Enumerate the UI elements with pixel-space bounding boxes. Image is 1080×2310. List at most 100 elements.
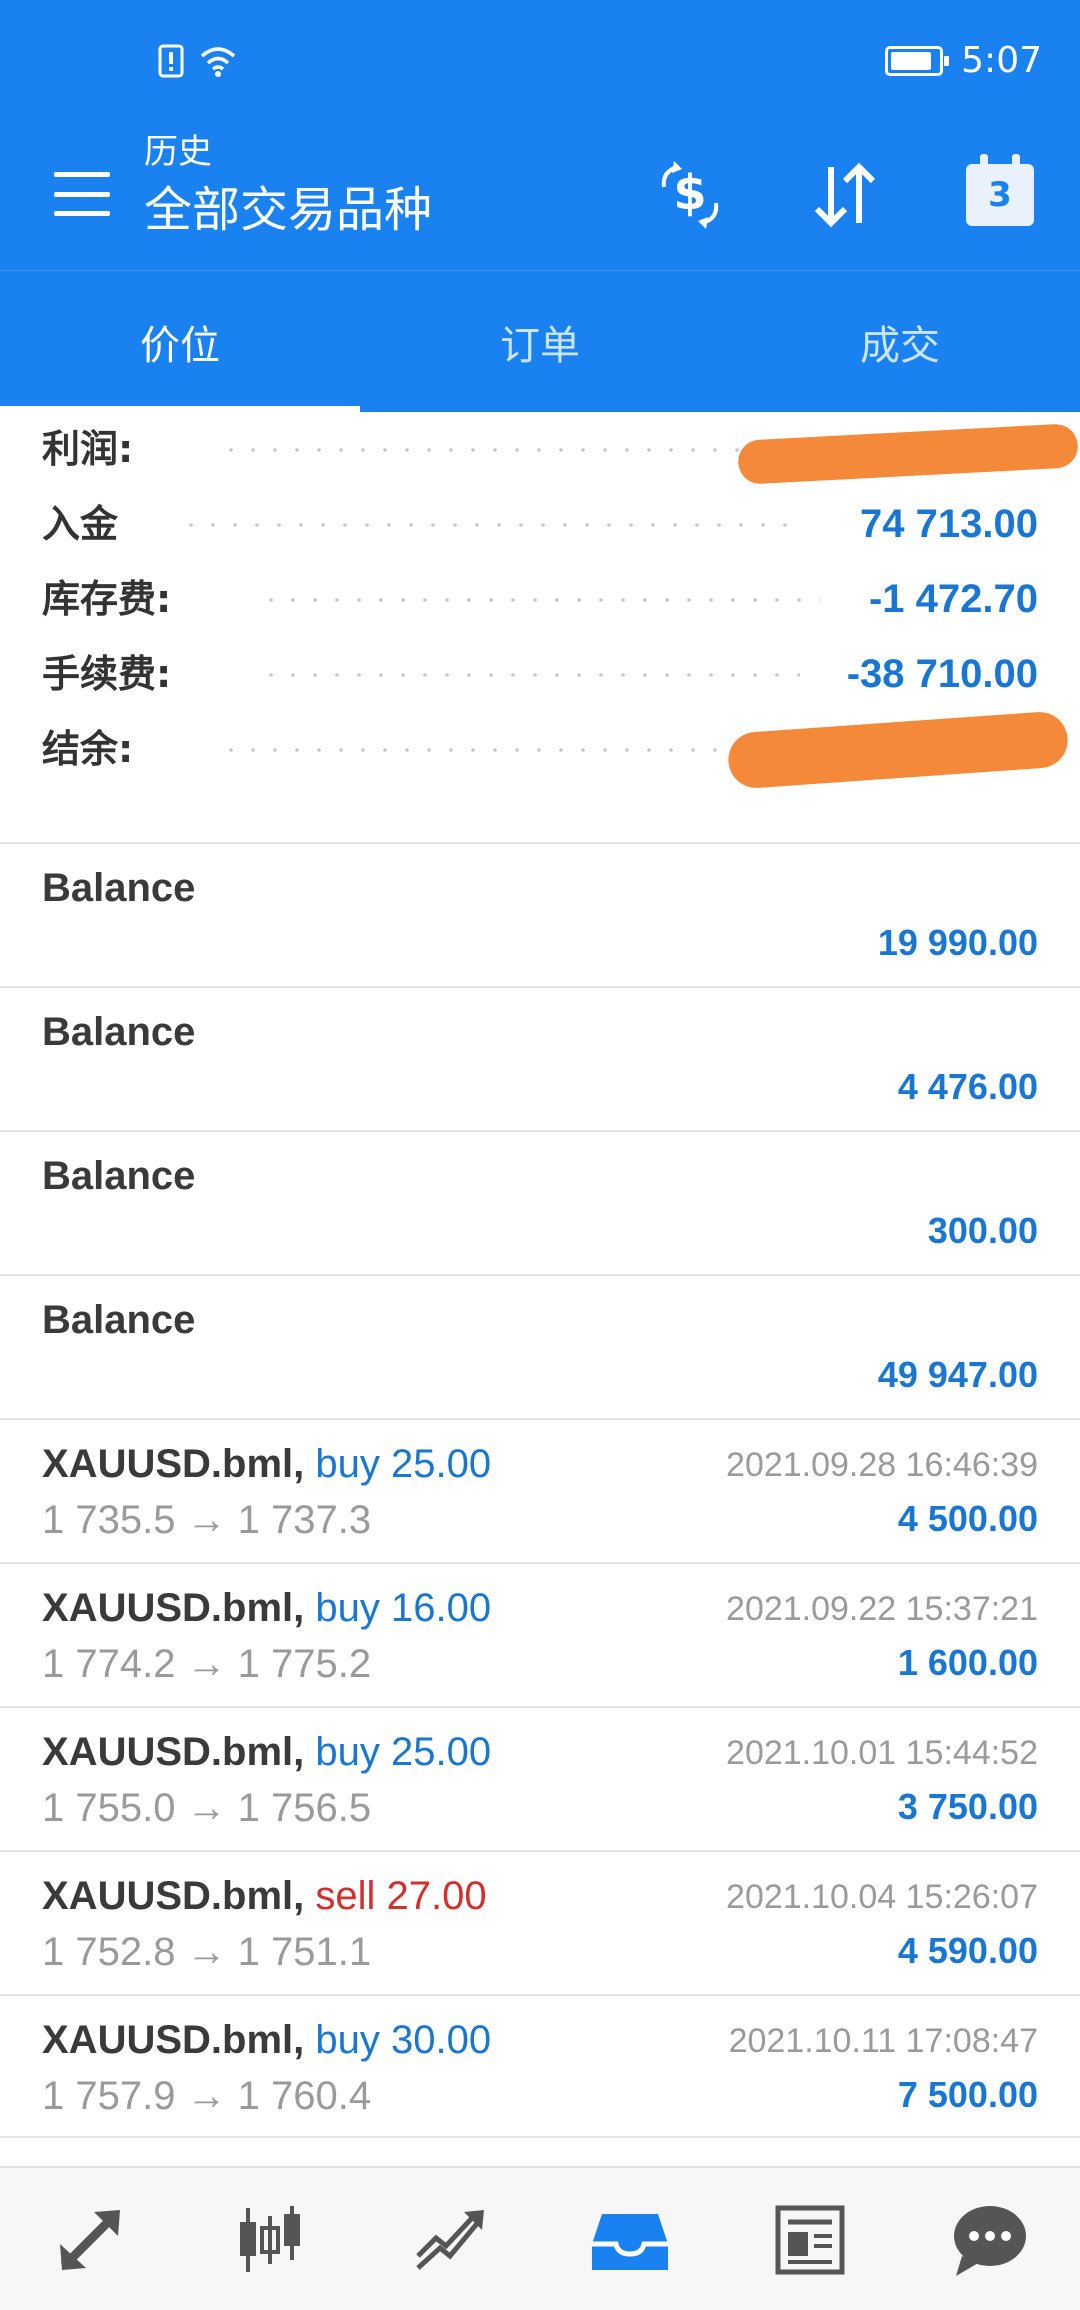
deal-prices: 1 757.9 → 1 760.4 — [42, 2074, 372, 2118]
chart-icon — [240, 2206, 300, 2272]
deal-title: XAUUSD.bml, buy 16.00 — [42, 1586, 491, 1631]
deal-time: 2021.10.11 17:08:47 — [728, 2022, 1038, 2060]
calendar-badge-count: 3 — [988, 175, 1012, 215]
deal-side: sell 27.00 — [315, 1874, 487, 1918]
deal-symbol: XAUUSD.bml, — [42, 1730, 305, 1774]
deposit-label: 入金 — [42, 502, 119, 546]
leader-dots — [260, 673, 800, 677]
messages-icon — [954, 2206, 1026, 2276]
nav-messages[interactable] — [900, 2168, 1080, 2310]
balance-row[interactable]: Balance 300.00 — [0, 1130, 1080, 1274]
news-icon — [775, 2205, 845, 2275]
battery-icon — [885, 45, 950, 76]
profit-label: 利润: — [42, 427, 134, 471]
sort-icon — [814, 162, 876, 228]
tab-deals[interactable]: 成交 — [720, 271, 1080, 413]
row-title: Balance — [42, 1154, 196, 1198]
deal-profit: 3 750.00 — [897, 1786, 1038, 1827]
deal-row[interactable]: XAUUSD.bml, sell 27.00 2021.10.04 15:26:… — [0, 1850, 1080, 1994]
deal-side: buy 30.00 — [315, 2018, 492, 2062]
leader-dots — [220, 748, 740, 752]
toolbar: 历史 全部交易品种 $ 3 — [0, 120, 1080, 270]
deal-side: buy 25.00 — [315, 1442, 492, 1486]
menu-button[interactable] — [50, 162, 114, 226]
deal-profit: 7 500.00 — [897, 2074, 1038, 2115]
tab-bar: 价位 订单 成交 — [0, 270, 1080, 412]
redaction-scribble — [726, 710, 1070, 790]
calendar-button[interactable]: 3 — [955, 150, 1045, 240]
deal-symbol: XAUUSD.bml, — [42, 2018, 305, 2062]
status-right: 5:07 — [885, 40, 1042, 81]
redaction-scribble — [737, 423, 1079, 485]
row-title: Balance — [42, 1298, 196, 1342]
row-title: Balance — [42, 1010, 196, 1054]
summary-swap-row: 库存费: -1 472.70 — [0, 562, 1080, 637]
sort-button[interactable] — [800, 150, 890, 240]
deal-profit: 1 600.00 — [897, 1642, 1038, 1683]
summary-deposit-row: 入金 74 713.00 — [0, 487, 1080, 562]
row-amount: 300.00 — [927, 1210, 1038, 1251]
wifi-icon — [200, 47, 236, 77]
deal-time: 2021.09.22 15:37:21 — [726, 1590, 1038, 1628]
deal-time: 2021.10.01 15:44:52 — [726, 1734, 1038, 1772]
deal-symbol: XAUUSD.bml, — [42, 1874, 305, 1918]
deal-symbol: XAUUSD.bml, — [42, 1586, 305, 1630]
summary-profit-row: 利润: — [0, 412, 1080, 487]
deal-profit: 4 500.00 — [897, 1498, 1038, 1539]
deal-row[interactable]: XAUUSD.bml, buy 16.00 2021.09.22 15:37:2… — [0, 1562, 1080, 1706]
trade-icon — [416, 2210, 484, 2270]
status-bar: 5:07 — [0, 0, 1080, 120]
deal-title: XAUUSD.bml, buy 30.00 — [42, 2018, 491, 2063]
deal-title: XAUUSD.bml, buy 25.00 — [42, 1442, 491, 1487]
deal-prices: 1 774.2 → 1 775.2 — [42, 1642, 372, 1686]
tab-price[interactable]: 价位 — [0, 271, 360, 413]
calendar-icon: 3 — [966, 154, 1034, 226]
row-amount: 49 947.00 — [877, 1354, 1038, 1395]
deal-row[interactable]: XAUUSD.bml, buy 25.00 2021.10.01 15:44:5… — [0, 1706, 1080, 1850]
deal-row[interactable]: XAUUSD.bml, buy 25.00 2021.09.28 16:46:3… — [0, 1418, 1080, 1562]
status-left-icons — [158, 44, 238, 78]
balance-row[interactable]: Balance 4 476.00 — [0, 986, 1080, 1130]
nav-chart[interactable] — [180, 2168, 360, 2310]
row-amount: 4 476.00 — [897, 1066, 1038, 1107]
swap-label: 库存费: — [42, 577, 172, 621]
deal-prices: 1 735.5 → 1 737.3 — [42, 1498, 372, 1542]
history-summary: 利润: 入金 74 713.00 库存费: -1 472.70 手续费: -38… — [0, 412, 1080, 842]
status-time: 5:07 — [961, 40, 1042, 81]
history-icon — [592, 2214, 668, 2270]
deal-time: 2021.10.04 15:26:07 — [726, 1878, 1038, 1916]
deal-prices: 1 752.8 → 1 751.1 — [42, 1930, 372, 1974]
commission-value: -38 710.00 — [846, 652, 1038, 696]
title-block[interactable]: 历史 全部交易品种 — [144, 130, 432, 242]
notification-icon — [158, 44, 184, 78]
nav-history[interactable] — [540, 2168, 720, 2310]
row-title: Balance — [42, 866, 196, 910]
deal-side: buy 25.00 — [315, 1730, 492, 1774]
nav-trade[interactable] — [360, 2168, 540, 2310]
deal-title: XAUUSD.bml, buy 25.00 — [42, 1730, 491, 1775]
deal-title: XAUUSD.bml, sell 27.00 — [42, 1874, 487, 1919]
deal-profit: 4 590.00 — [897, 1930, 1038, 1971]
menu-icon — [54, 172, 110, 177]
balance-row[interactable]: Balance 49 947.00 — [0, 1274, 1080, 1418]
balance-row[interactable]: Balance 19 990.00 — [0, 842, 1080, 986]
menu-icon-line — [54, 191, 110, 197]
deal-row[interactable]: XAUUSD.bml, buy 30.00 2021.10.11 17:08:4… — [0, 1994, 1080, 2138]
nav-news[interactable] — [720, 2168, 900, 2310]
page-subtitle: 历史 — [144, 132, 212, 172]
summary-balance-row: 结余: — [0, 710, 1080, 790]
dollar-cycle-icon: $ — [661, 161, 719, 229]
quotes-icon — [60, 2210, 120, 2270]
swap-value: -1 472.70 — [868, 577, 1038, 621]
currency-filter-button[interactable]: $ — [645, 150, 735, 240]
deal-symbol: XAUUSD.bml, — [42, 1442, 305, 1486]
svg-text:$: $ — [673, 165, 706, 221]
summary-commission-row: 手续费: -38 710.00 — [0, 637, 1080, 712]
nav-quotes[interactable] — [0, 2168, 180, 2310]
app-header: 5:07 历史 全部交易品种 $ 3 价位 订单 成交 — [0, 0, 1080, 412]
menu-icon-line — [54, 211, 110, 216]
commission-label: 手续费: — [42, 652, 172, 696]
tab-orders[interactable]: 订单 — [360, 271, 720, 413]
deal-side: buy 16.00 — [315, 1586, 492, 1630]
balance-label: 结余: — [42, 727, 134, 771]
